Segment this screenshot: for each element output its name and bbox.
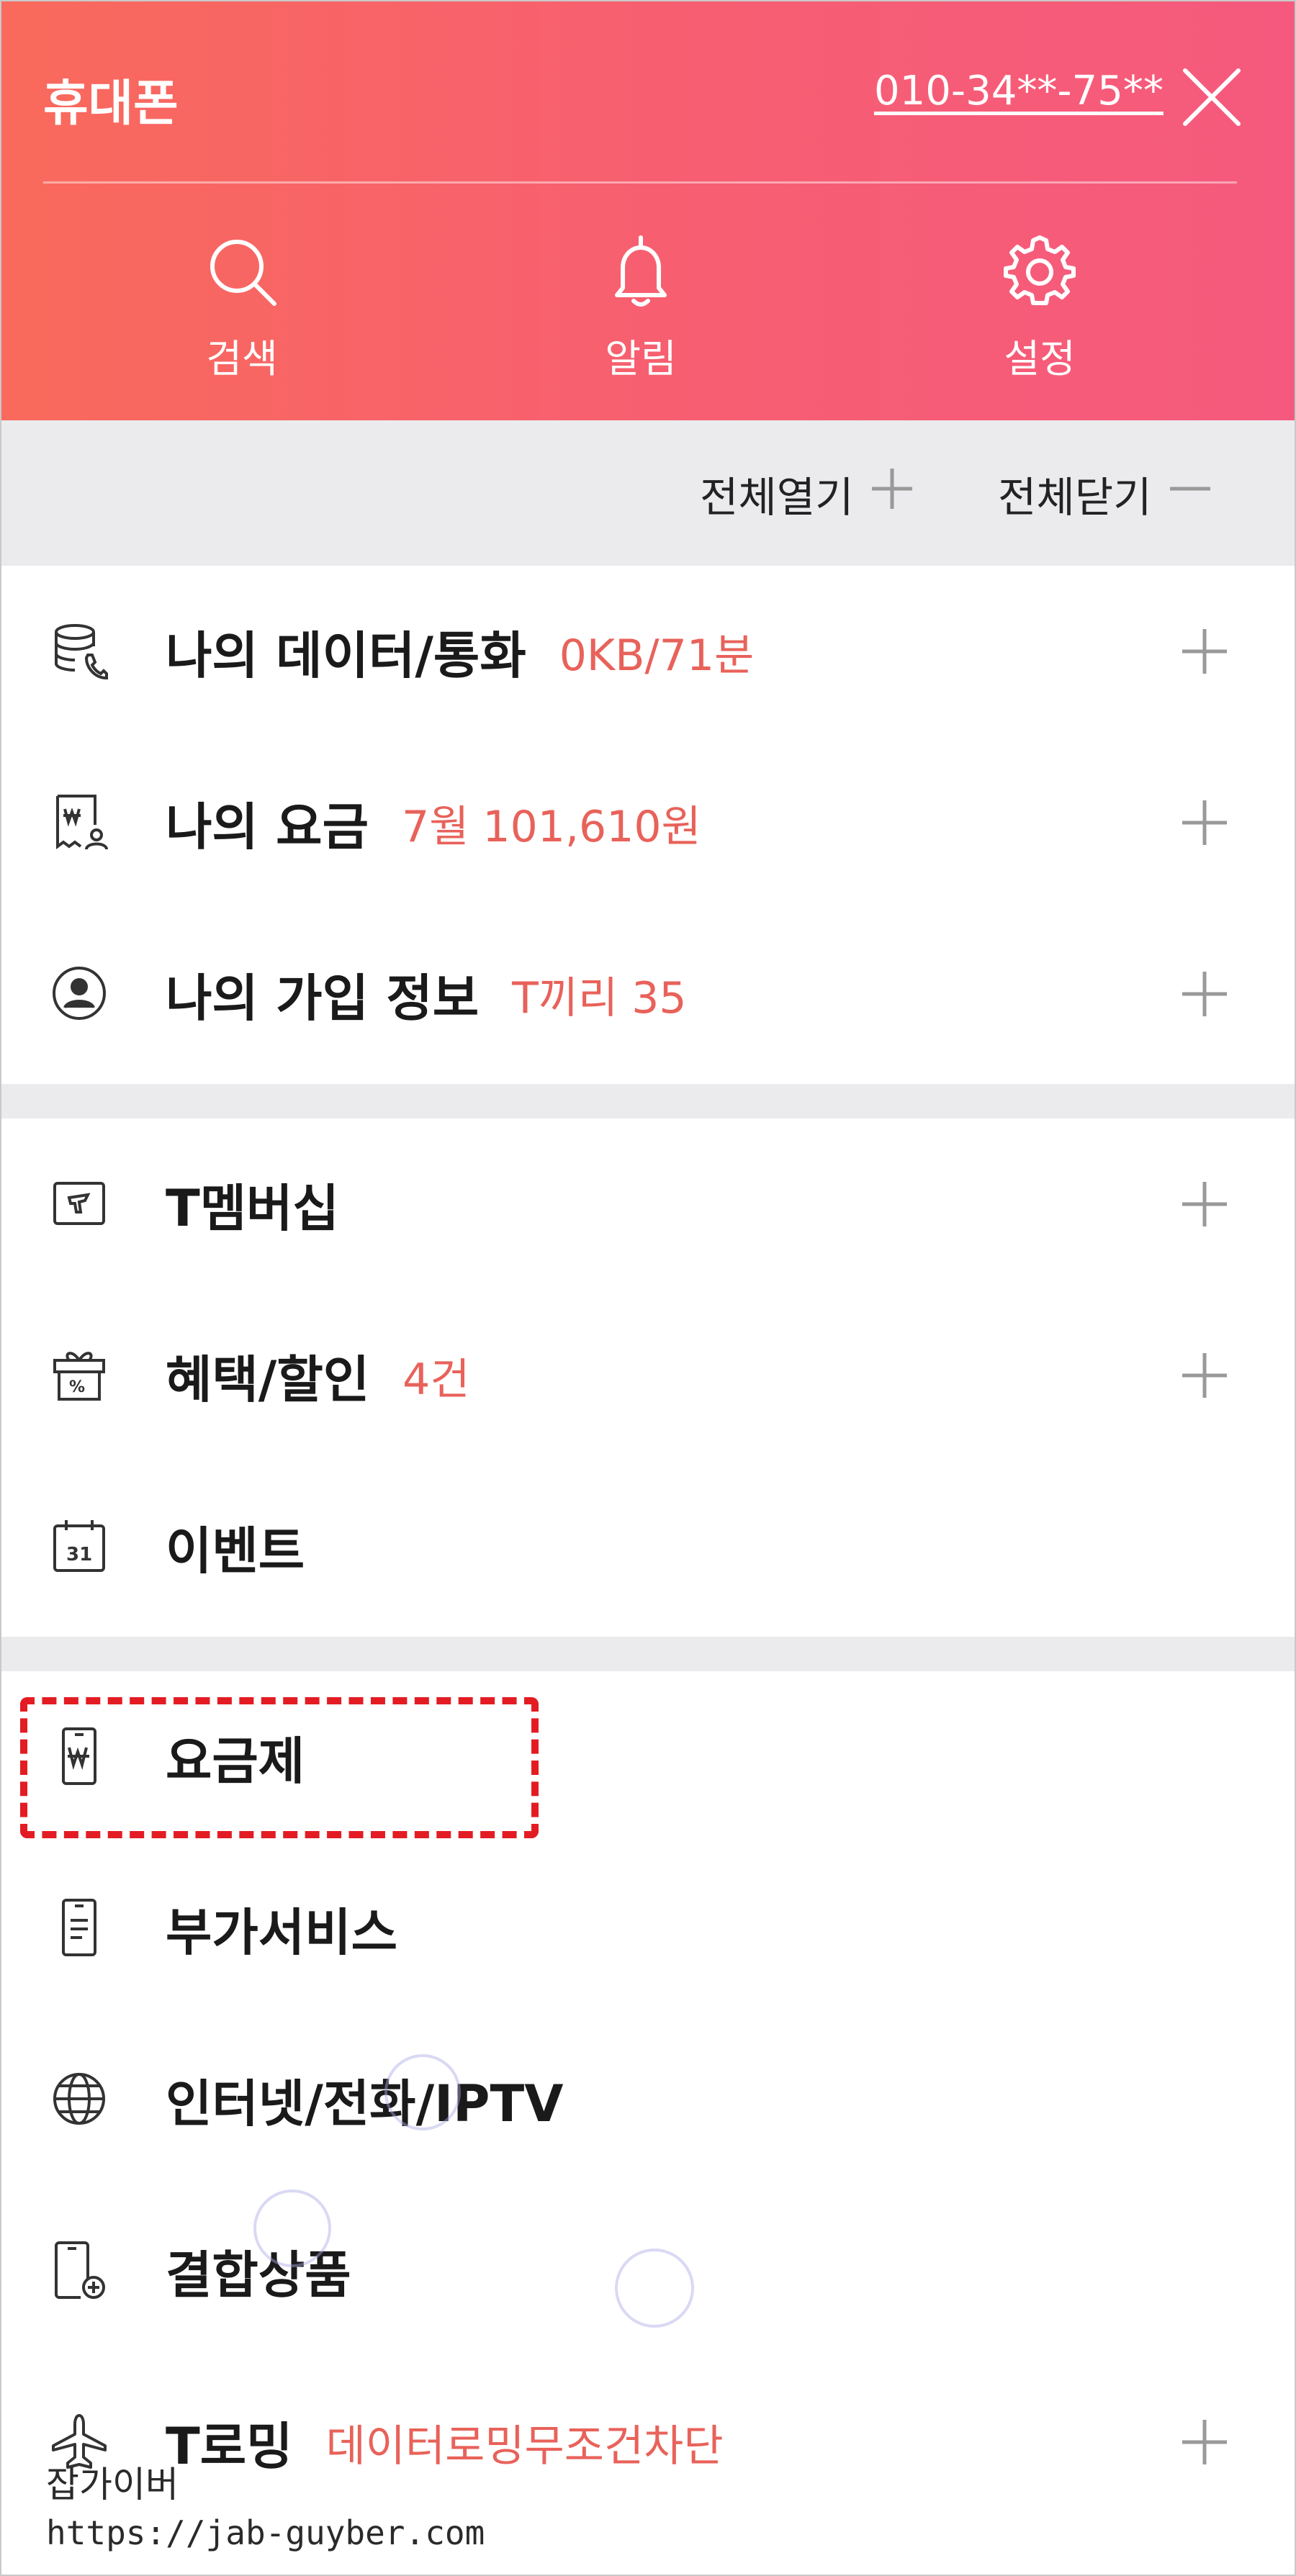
watermark-name: 잡가이버 (46, 2464, 179, 2505)
menu-item-my-data[interactable]: 나의 데이터/통화 0KB/71분 (1, 566, 1295, 737)
menu-item-internet-phone-iptv[interactable]: 인터넷/전화/IPTV (1, 2014, 1295, 2185)
header-divider (43, 181, 1237, 184)
bill-icon (50, 793, 108, 851)
menu-item-label: 이벤트 (166, 1521, 305, 1581)
phone-number-link[interactable]: 010-34**-75** (874, 68, 1164, 114)
watermark-url: https://jab-guyber.com (46, 2513, 485, 2552)
bell-icon (554, 232, 727, 311)
menu-item-label: T멤버십 (166, 1178, 339, 1238)
notification-label: 알림 (605, 336, 677, 381)
menu-item-summary: 7월 101,610원 (401, 801, 701, 852)
menu-item-label: 나의 데이터/통화 (166, 625, 526, 685)
section-divider (1, 1637, 1295, 1671)
phone-plus-icon (50, 2241, 108, 2299)
svg-text:%: % (69, 1378, 85, 1396)
collapse-all-button[interactable]: 전체닫기 (998, 465, 1213, 523)
touch-indicator (615, 2249, 694, 2328)
menu-header: 휴대폰 010-34**-75** 검색 알림 설정 (1, 1, 1295, 420)
menu-item-summary: 4건 (402, 1354, 470, 1405)
expand-collapse-bar: 전체열기 전체닫기 (1, 420, 1295, 566)
expand-all-button[interactable]: 전체열기 (700, 465, 915, 523)
expand-plus-icon[interactable] (1179, 1350, 1230, 1401)
menu-item-summary: T끼리 35 (512, 972, 687, 1023)
settings-label: 설정 (1004, 336, 1076, 381)
minus-icon (1151, 466, 1213, 522)
menu-item-my-bill[interactable]: 나의 요금 7월 101,610원 (1, 737, 1295, 908)
menu-item-benefits[interactable]: % 혜택/할인 4건 (1, 1290, 1295, 1461)
expand-plus-icon[interactable] (1179, 1179, 1230, 1229)
menu-item-label: 부가서비스 (166, 1902, 397, 1962)
expand-plus-icon[interactable] (1179, 969, 1230, 1019)
expand-plus-icon[interactable] (1179, 626, 1230, 677)
menu-item-my-subscription[interactable]: 나의 가입 정보 T끼리 35 (1, 908, 1295, 1080)
search-button[interactable]: 검색 (156, 232, 328, 390)
header-title: 휴대폰 (43, 76, 179, 132)
globe-icon (50, 2070, 108, 2128)
expand-all-label: 전체열기 (700, 473, 854, 522)
search-icon (156, 232, 328, 311)
menu-item-additional-services[interactable]: 부가서비스 (1, 1843, 1295, 2014)
membership-card-icon (50, 1175, 108, 1232)
menu-item-label: 나의 요금 (166, 797, 369, 857)
touch-indicator (384, 2054, 461, 2130)
search-label: 검색 (206, 336, 278, 381)
collapse-all-label: 전체닫기 (998, 473, 1152, 522)
menu-item-summary: 데이터로밍무조건차단 (325, 2421, 724, 2472)
menu-item-label: 인터넷/전화/IPTV (166, 2074, 564, 2133)
calendar-day: 31 (66, 1544, 92, 1565)
menu-item-label: T로밍 (166, 2416, 293, 2476)
settings-button[interactable]: 설정 (953, 232, 1126, 390)
database-phone-icon (50, 622, 108, 680)
benefits-section: T멤버십 % 혜택/할인 4건 31 이벤트 (1, 1118, 1295, 1637)
user-circle-icon (50, 964, 108, 1022)
calendar-icon: 31 (50, 1517, 108, 1575)
gift-icon: % (50, 1346, 108, 1404)
app-frame: 휴대폰 010-34**-75** 검색 알림 설정 전체열기 전체닫기 나의 … (0, 0, 1296, 2576)
expand-plus-icon[interactable] (1179, 2417, 1230, 2467)
gear-icon (953, 232, 1126, 311)
close-icon[interactable] (1179, 65, 1244, 130)
my-info-section: 나의 데이터/통화 0KB/71분 나의 요금 7월 101,610원 나의 가… (1, 566, 1295, 1084)
menu-item-t-roaming[interactable]: T로밍 데이터로밍무조건차단 (1, 2356, 1295, 2528)
touch-indicator (253, 2189, 331, 2267)
phone-list-icon (50, 1899, 108, 1956)
expand-plus-icon[interactable] (1179, 797, 1230, 848)
notification-button[interactable]: 알림 (554, 232, 727, 390)
section-divider (1, 1084, 1295, 1118)
menu-item-summary: 0KB/71분 (559, 630, 755, 681)
plus-icon (853, 466, 915, 522)
menu-item-events[interactable]: 31 이벤트 (1, 1461, 1295, 1632)
menu-item-label: 나의 가입 정보 (166, 968, 480, 1028)
rate-plan-highlight-box (20, 1697, 539, 1838)
menu-item-label: 혜택/할인 (166, 1350, 370, 1409)
menu-item-t-membership[interactable]: T멤버십 (1, 1118, 1295, 1290)
